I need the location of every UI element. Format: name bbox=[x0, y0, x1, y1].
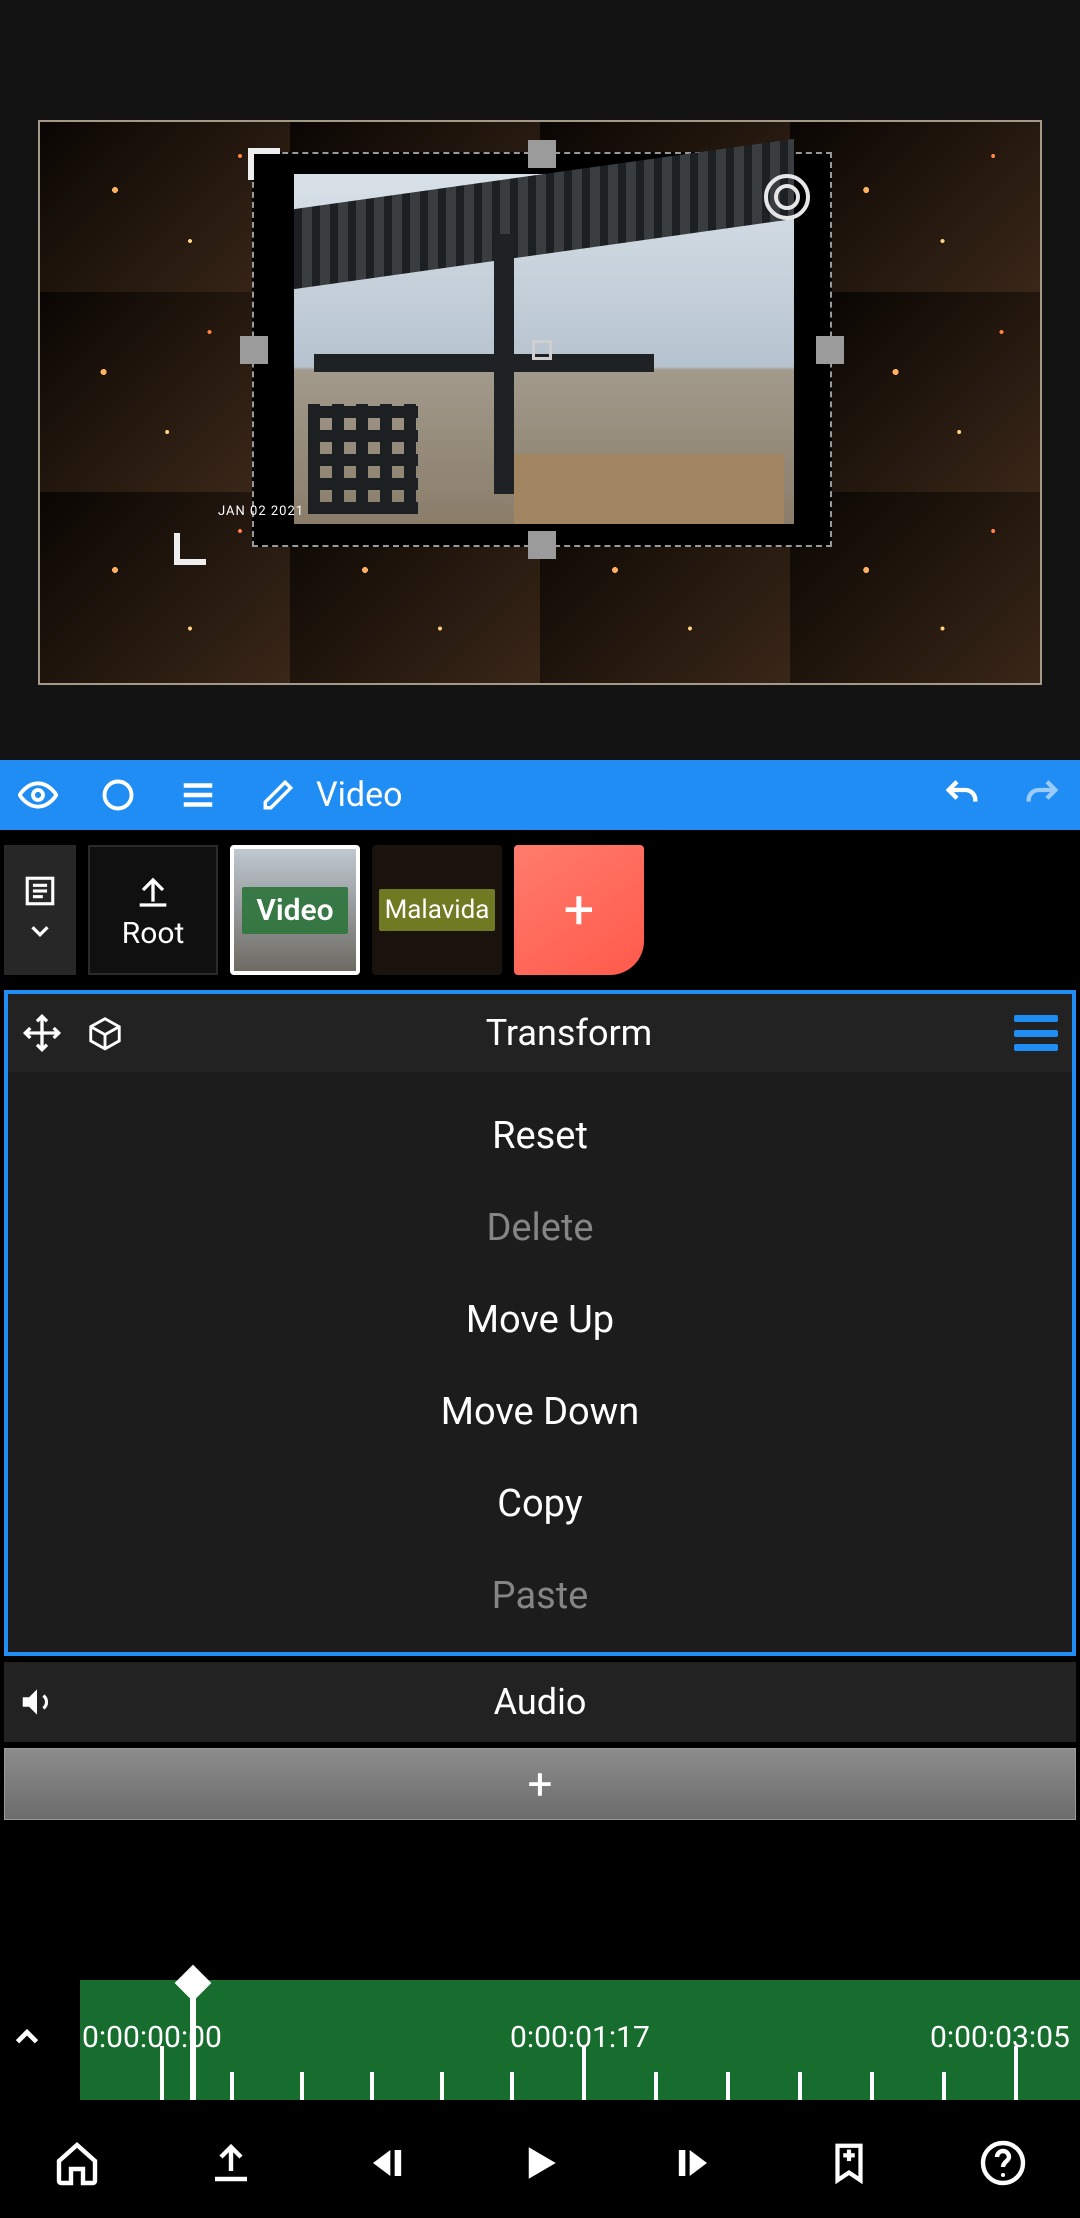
audio-panel-header[interactable]: Audio bbox=[4, 1662, 1076, 1742]
export-button[interactable] bbox=[203, 2135, 259, 2191]
crop-corner-tl[interactable] bbox=[248, 148, 288, 188]
redo-icon[interactable] bbox=[1022, 775, 1062, 815]
menu-reset[interactable]: Reset bbox=[8, 1090, 1072, 1182]
timecode-1: 0:00:01:17 bbox=[510, 2020, 650, 2055]
resize-handle-right[interactable] bbox=[816, 336, 844, 364]
main-toolbar: Video bbox=[0, 760, 1080, 830]
upload-icon bbox=[133, 870, 173, 910]
chevron-down-icon bbox=[25, 916, 55, 946]
resize-handle-left[interactable] bbox=[240, 336, 268, 364]
menu-icon[interactable] bbox=[178, 775, 218, 815]
layer-video-label: Video bbox=[242, 887, 347, 934]
add-layer-button[interactable]: + bbox=[514, 845, 644, 975]
layer-video-button[interactable]: Video bbox=[230, 845, 360, 975]
selected-clip-frame[interactable] bbox=[252, 152, 832, 547]
audio-title: Audio bbox=[74, 1681, 1006, 1723]
edit-label-group[interactable]: Video bbox=[258, 775, 403, 815]
panel-menu-icon[interactable] bbox=[1014, 1015, 1058, 1051]
transform-panel-header[interactable]: Transform bbox=[8, 994, 1072, 1072]
current-edit-label: Video bbox=[316, 775, 403, 815]
crop-corner-bl[interactable] bbox=[174, 525, 214, 565]
layer-malavida-label: Malavida bbox=[379, 889, 496, 931]
transform-panel: Transform Reset Delete Move Up Move Down… bbox=[4, 990, 1076, 1656]
menu-copy[interactable]: Copy bbox=[8, 1458, 1072, 1550]
resize-handle-bottom[interactable] bbox=[528, 531, 556, 559]
cube-icon bbox=[86, 1014, 124, 1052]
timecode-2: 0:00:03:05 bbox=[930, 2020, 1070, 2055]
menu-move-down[interactable]: Move Down bbox=[8, 1366, 1072, 1458]
shelf-sidebar[interactable] bbox=[4, 845, 76, 975]
transform-menu: Reset Delete Move Up Move Down Copy Past… bbox=[8, 1072, 1072, 1652]
speaker-icon bbox=[18, 1683, 56, 1721]
visibility-icon[interactable] bbox=[18, 775, 58, 815]
bottom-nav bbox=[0, 2108, 1080, 2218]
record-icon[interactable] bbox=[98, 775, 138, 815]
bookmark-button[interactable] bbox=[821, 2135, 877, 2191]
root-label: Root bbox=[122, 916, 185, 951]
layer-shelf: Root Video Malavida + bbox=[0, 830, 1080, 990]
transform-title: Transform bbox=[148, 1012, 990, 1054]
center-anchor-handle[interactable] bbox=[532, 340, 552, 360]
timeline-expand-icon[interactable] bbox=[8, 2018, 46, 2056]
help-button[interactable] bbox=[975, 2135, 1031, 2191]
plus-icon: + bbox=[528, 1758, 553, 1810]
edit-icon bbox=[258, 775, 298, 815]
root-node-button[interactable]: Root bbox=[88, 845, 218, 975]
menu-move-up[interactable]: Move Up bbox=[8, 1274, 1072, 1366]
timecode-0: 0:00:00:00 bbox=[82, 2020, 222, 2055]
menu-paste: Paste bbox=[8, 1550, 1072, 1642]
plus-icon: + bbox=[564, 879, 595, 942]
menu-delete: Delete bbox=[8, 1182, 1072, 1274]
step-back-button[interactable] bbox=[358, 2135, 414, 2191]
move-icon bbox=[22, 1013, 62, 1053]
list-box-icon bbox=[23, 874, 57, 908]
layer-malavida-button[interactable]: Malavida bbox=[372, 845, 502, 975]
clip-watermark: JAN 02 2021 bbox=[218, 504, 304, 519]
undo-icon[interactable] bbox=[942, 775, 982, 815]
home-button[interactable] bbox=[49, 2135, 105, 2191]
resize-handle-top[interactable] bbox=[528, 140, 556, 168]
timeline[interactable]: 0:00:00:00 0:00:01:17 0:00:03:05 bbox=[0, 1980, 1080, 2100]
step-forward-button[interactable] bbox=[666, 2135, 722, 2191]
preview-canvas[interactable]: JAN 02 2021 bbox=[0, 0, 1080, 760]
play-button[interactable] bbox=[512, 2135, 568, 2191]
add-property-button[interactable]: + bbox=[4, 1748, 1076, 1820]
preview-frame[interactable]: JAN 02 2021 bbox=[38, 120, 1042, 685]
